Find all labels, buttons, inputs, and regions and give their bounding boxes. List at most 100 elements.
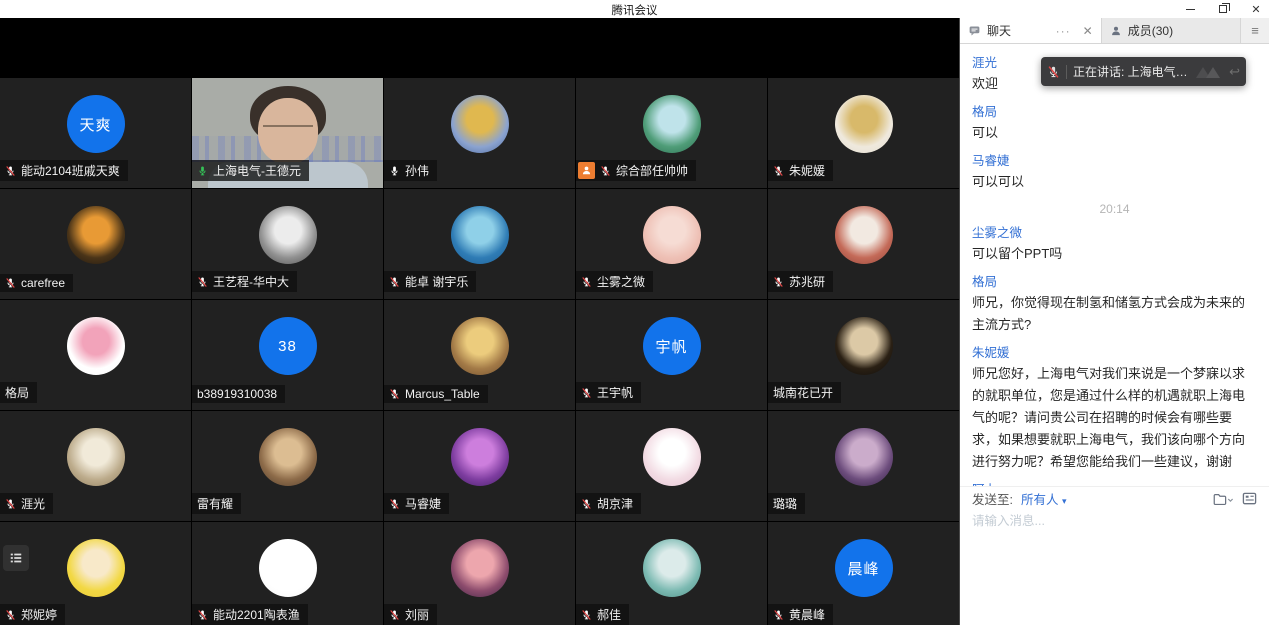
mic-muted-icon [773, 276, 784, 288]
chat-message-text: 师兄，你觉得现在制氢和储氢方式会成为未来的主流方式? [972, 292, 1257, 336]
send-bar: 发送至: 所有人 ▾ [960, 486, 1269, 510]
mic-muted-icon [581, 387, 592, 399]
send-to-selector[interactable]: 所有人 ▾ [1021, 489, 1067, 508]
participant-name: b38919310038 [197, 387, 277, 401]
mic-muted-icon [389, 609, 400, 621]
participant-name: 朱妮媛 [789, 162, 825, 179]
participant-name: 尘雾之微 [597, 273, 645, 290]
chat-message-text: 可以留个PPT吗 [972, 243, 1257, 265]
video-tile[interactable]: 能卓 谢宇乐 [384, 189, 575, 299]
participant-name-label: 涯光 [0, 493, 53, 514]
chat-message-sender: 尘雾之微 [972, 222, 1257, 241]
participant-name-label: 胡京津 [576, 493, 641, 514]
video-tile[interactable]: 宇帆 王宇帆 [576, 300, 767, 410]
participant-name-label: 尘雾之微 [576, 271, 653, 292]
video-tile[interactable]: 涯光 [0, 411, 191, 521]
video-tile[interactable]: 刘丽 [384, 522, 575, 625]
participant-name: 能卓 谢宇乐 [405, 273, 468, 290]
video-tile[interactable]: 晨峰 黄晨峰 [768, 522, 959, 625]
participant-name: 王宇帆 [597, 384, 633, 401]
chat-panel: 聊天 ··· ✕ 成员(30) ≡ 涯光欢迎格局可以马睿婕可以可以20:14尘雾… [959, 18, 1269, 625]
participant-name: 郝佳 [597, 606, 621, 623]
mic-muted-icon [5, 498, 16, 510]
chat-input[interactable] [972, 514, 1257, 528]
avatar [643, 539, 701, 597]
video-tile[interactable]: 郝佳 [576, 522, 767, 625]
chat-more-button[interactable]: ··· [1056, 24, 1071, 38]
video-tile[interactable]: 璐璐 [768, 411, 959, 521]
speaking-indicator-text: 正在讲话: 上海电气-王德... [1073, 63, 1189, 80]
participant-name: carefree [21, 276, 65, 290]
overlay-logo-icon [1195, 64, 1223, 79]
titlebar: 腾讯会议 ✕ [0, 0, 1269, 18]
participant-name-label: 马睿婕 [384, 493, 449, 514]
chat-message-text: 可以 [972, 122, 1257, 144]
member-icon [1110, 25, 1122, 37]
avatar [835, 206, 893, 264]
video-tile[interactable]: 城南花已开 [768, 300, 959, 410]
participant-name-label: 王艺程-华中大 [192, 271, 297, 292]
participant-name: 郑妮婷 [21, 606, 57, 623]
panel-menu-button[interactable]: ≡ [1241, 18, 1269, 43]
avatar [259, 539, 317, 597]
video-tile[interactable]: 朱妮媛 [768, 78, 959, 188]
chat-message-list[interactable]: 涯光欢迎格局可以马睿婕可以可以20:14尘雾之微可以留个PPT吗格局师兄，你觉得… [960, 44, 1269, 486]
mic-muted-icon [5, 165, 16, 177]
avatar [643, 206, 701, 264]
chat-message-sender: 朱妮媛 [972, 342, 1257, 361]
speaking-indicator-toast: 正在讲话: 上海电气-王德... ↩ [1041, 57, 1246, 86]
video-tile[interactable]: 苏兆研 [768, 189, 959, 299]
chat-close-button[interactable]: ✕ [1083, 24, 1093, 38]
image-card-button[interactable] [1242, 491, 1257, 506]
participant-name: 上海电气-王德元 [213, 162, 301, 179]
chat-history-folder-button[interactable] [1212, 492, 1234, 506]
tab-members[interactable]: 成员(30) [1102, 18, 1241, 43]
send-to-label: 发送至: [972, 489, 1013, 508]
video-tile[interactable]: 郑妮婷 [0, 522, 191, 625]
avatar [835, 428, 893, 486]
participant-name-label: 雷有耀 [192, 493, 241, 514]
participant-list-toggle-button[interactable] [3, 545, 29, 571]
video-tile[interactable]: 雷有耀 [192, 411, 383, 521]
video-tile[interactable]: 胡京津 [576, 411, 767, 521]
mic-muted-icon [5, 609, 16, 621]
video-tile[interactable]: 王艺程-华中大 [192, 189, 383, 299]
participant-name: 格局 [5, 384, 29, 401]
chat-message-sender: 格局 [972, 101, 1257, 120]
video-tile[interactable]: 天爽 能动2104班戚天爽 [0, 78, 191, 188]
avatar [451, 317, 509, 375]
chat-message-text: 师兄您好，上海电气对我们来说是一个梦寐以求的就职单位，您是通过什么样的机遇就职上… [972, 363, 1257, 473]
close-button[interactable]: ✕ [1249, 2, 1263, 16]
participant-name: 马睿婕 [405, 495, 441, 512]
participant-name: 王艺程-华中大 [213, 273, 289, 290]
avatar [643, 95, 701, 153]
avatar [451, 95, 509, 153]
mic-muted-icon [581, 609, 592, 621]
list-icon [9, 551, 23, 565]
participant-name-label: 王宇帆 [576, 382, 641, 403]
avatar [835, 317, 893, 375]
minimize-button[interactable] [1183, 2, 1197, 16]
video-tile[interactable]: 尘雾之微 [576, 189, 767, 299]
participant-name-label: 格局 [0, 382, 37, 403]
tab-chat[interactable]: 聊天 ··· ✕ [960, 18, 1102, 43]
mic-muted-icon [773, 609, 784, 621]
video-tile[interactable]: 38b38919310038 [192, 300, 383, 410]
restore-button[interactable] [1216, 2, 1230, 16]
mic-muted-icon [197, 276, 208, 288]
chat-input-area [960, 510, 1269, 625]
video-tile[interactable]: 格局 [0, 300, 191, 410]
video-tile[interactable]: 能动2201陶表渔 [192, 522, 383, 625]
video-tile[interactable]: 上海电气-王德元 [192, 78, 383, 188]
video-tile[interactable]: Marcus_Table [384, 300, 575, 410]
video-tile[interactable]: 马睿婕 [384, 411, 575, 521]
participant-name-label: 综合部任帅帅 [576, 160, 696, 181]
video-tile[interactable]: carefree [0, 189, 191, 299]
chat-message-text: 可以可以 [972, 171, 1257, 193]
video-tile[interactable]: 孙伟 [384, 78, 575, 188]
tab-chat-label: 聊天 [987, 22, 1011, 39]
video-tile[interactable]: 综合部任帅帅 [576, 78, 767, 188]
window-title: 腾讯会议 [612, 2, 658, 18]
main-area: 天爽 能动2104班戚天爽 上海电气-王德元 孙伟 综合部任帅帅 朱妮媛 [0, 18, 1269, 625]
participant-name-label: 城南花已开 [768, 382, 841, 403]
